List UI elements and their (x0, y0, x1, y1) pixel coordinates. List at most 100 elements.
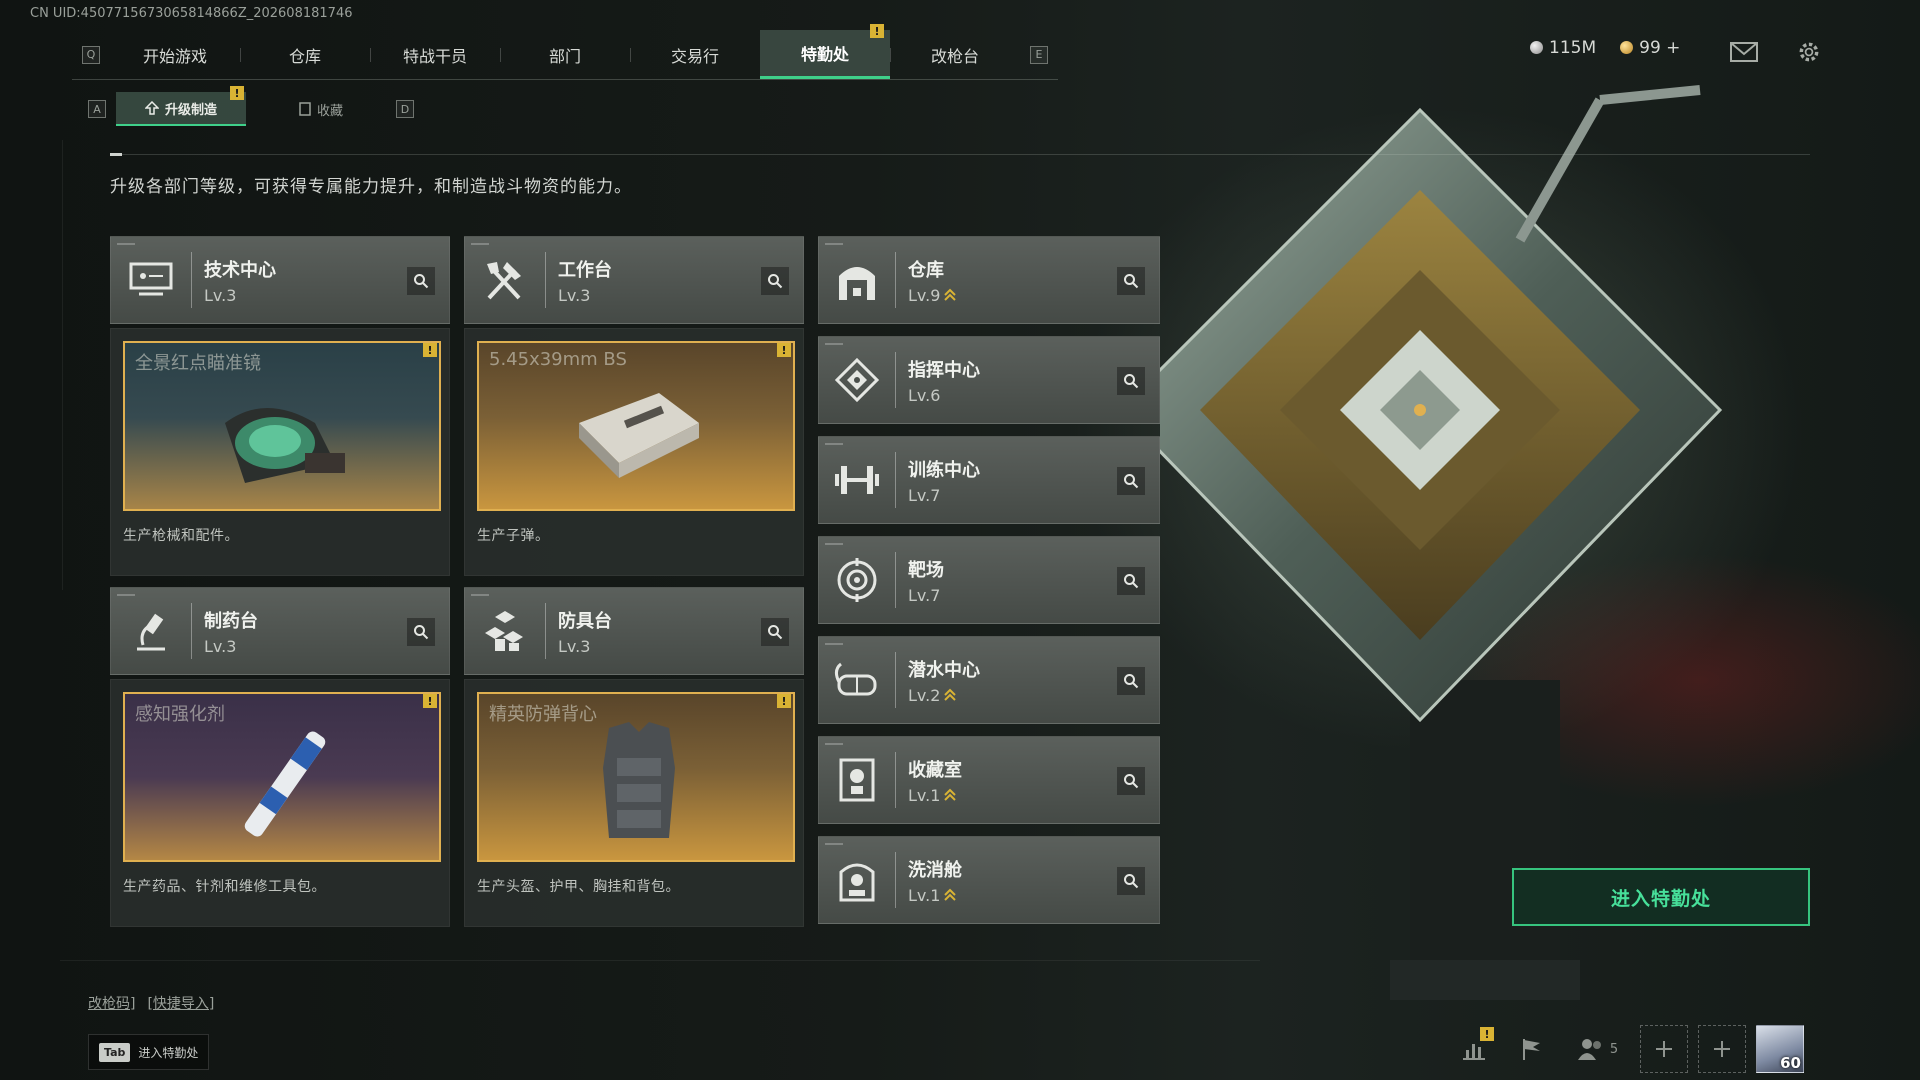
stats-notification-badge: ! (1480, 1027, 1494, 1041)
tab-departments[interactable]: 部门 (500, 30, 630, 79)
stats-button[interactable]: ! (1450, 1025, 1498, 1073)
department-header[interactable]: 制药台 Lv.3 (110, 587, 450, 675)
production-description: 生产头盔、护甲、胸挂和背包。 (477, 879, 680, 895)
tab-warehouse[interactable]: 仓库 (240, 30, 370, 79)
friends-button[interactable]: 5 (1566, 1025, 1630, 1073)
armor-bench-icon (485, 611, 523, 651)
player-uid: CN UID:4507715673065814866Z_202608181746 (30, 6, 353, 21)
production-description: 生产药品、针剂和维修工具包。 (123, 879, 326, 895)
department-header[interactable]: 工作台 Lv.3 (464, 236, 804, 324)
tab-operators[interactable]: 特战干员 (370, 30, 500, 79)
department-name: 训练中心 (908, 459, 980, 481)
production-panel[interactable]: 全景红点瞄准镜 ! 生产枪械和配件。 (110, 328, 450, 576)
department-name: 仓库 (908, 259, 944, 281)
quick-import-link[interactable]: [快捷导入] (147, 993, 214, 1013)
crafting-item-slot[interactable]: 5.45x39mm BS ! (477, 341, 795, 511)
department-name: 指挥中心 (908, 359, 980, 381)
search-icon[interactable] (1117, 567, 1145, 595)
item-notification-badge: ! (423, 694, 437, 708)
production-card-tech-center[interactable]: 技术中心 Lv.3 全景红点瞄准镜 ! 生产枪械和配件。 (110, 236, 450, 576)
production-panel[interactable]: 5.45x39mm BS ! 生产子弹。 (464, 328, 804, 576)
department-level: Lv.7 (908, 485, 941, 505)
subtab-collection[interactable]: 收藏 (256, 92, 386, 126)
search-icon[interactable] (761, 618, 789, 646)
tab-market[interactable]: 交易行 (630, 30, 760, 79)
production-card-workbench[interactable]: 工作台 Lv.3 5.45x39mm BS ! 生产子弹。 (464, 236, 804, 576)
red-dot-sight-image (225, 408, 345, 483)
gold-currency[interactable]: 99 + (1620, 38, 1680, 58)
silver-amount: 115M (1549, 38, 1597, 58)
production-card-armor-bench[interactable]: 防具台 Lv.3 精英防弹背心 ! 生产头盔、护甲、胸挂和背包。 (464, 587, 804, 927)
settings-gear-icon[interactable] (1795, 40, 1823, 64)
department-card-warehouse[interactable]: 仓库 Lv.9 (818, 236, 1160, 324)
tab-shortcut-hint[interactable]: Tab 进入特勤处 (88, 1034, 210, 1070)
department-header[interactable]: 技术中心 Lv.3 (110, 236, 450, 324)
department-name: 收藏室 (908, 759, 962, 781)
add-teammate-slot-1[interactable] (1640, 1025, 1688, 1073)
department-card-decontamination[interactable]: 洗消舱 Lv.1 (818, 836, 1160, 924)
command-center-icon (835, 358, 879, 402)
tab-start-game[interactable]: 开始游戏 (110, 30, 240, 79)
item-name: 感知强化剂 (135, 704, 225, 725)
search-icon[interactable] (761, 267, 789, 295)
subtab-upgrade-craft[interactable]: 升级制造 ! (116, 86, 246, 126)
crafting-item-slot[interactable]: 全景红点瞄准镜 ! (123, 341, 441, 511)
search-icon[interactable] (1117, 467, 1145, 495)
enter-special-ops-button[interactable]: 进入特勤处 (1512, 868, 1810, 926)
item-name: 精英防弹背心 (489, 704, 597, 725)
crafting-item-slot[interactable]: 感知强化剂 ! (123, 692, 441, 862)
department-name: 靶场 (908, 559, 944, 581)
nav-prev-key[interactable]: Q (82, 45, 100, 64)
workbench-icon (487, 262, 521, 300)
search-icon[interactable] (407, 618, 435, 646)
department-header[interactable]: 防具台 Lv.3 (464, 587, 804, 675)
department-card-collection-room[interactable]: 收藏室 Lv.1 (818, 736, 1160, 824)
item-name: 全景红点瞄准镜 (135, 353, 261, 374)
department-card-training-center[interactable]: 训练中心 Lv.7 (818, 436, 1160, 524)
tab-notification-badge: ! (870, 24, 884, 38)
department-name: 工作台 (558, 259, 612, 281)
subnav-next-key[interactable]: D (396, 100, 414, 118)
item-notification-badge: ! (423, 343, 437, 357)
nav-next-key[interactable]: E (1030, 45, 1048, 64)
gold-add-button[interactable]: + (1666, 38, 1680, 58)
search-icon[interactable] (407, 267, 435, 295)
search-icon[interactable] (1117, 867, 1145, 895)
department-name: 潜水中心 (908, 659, 980, 681)
tech-center-icon (129, 262, 173, 296)
collection-room-icon (839, 758, 875, 802)
tab-special-ops[interactable]: 特勤处 ! (760, 24, 890, 79)
shooting-range-icon (837, 558, 877, 602)
tab-gunsmith[interactable]: 改枪台 (890, 30, 1020, 79)
crafting-item-slot[interactable]: 精英防弹背心 ! (477, 692, 795, 862)
stats-chart-icon (1463, 1044, 1485, 1060)
player-avatar[interactable]: 60 (1756, 1025, 1804, 1073)
gold-amount: 99 (1639, 38, 1661, 58)
search-icon[interactable] (1117, 767, 1145, 795)
production-card-pharmacy[interactable]: 制药台 Lv.3 感知强化剂 ! 生产药品、针剂和维修工具包。 (110, 587, 450, 927)
flag-button[interactable] (1508, 1025, 1556, 1073)
department-name: 制药台 (204, 610, 258, 632)
item-notification-badge: ! (777, 343, 791, 357)
silver-coin-icon (1530, 41, 1543, 54)
production-panel[interactable]: 精英防弹背心 ! 生产头盔、护甲、胸挂和背包。 (464, 679, 804, 927)
sub-navigation: A 升级制造 ! 收藏 D (88, 86, 414, 126)
production-panel[interactable]: 感知强化剂 ! 生产药品、针剂和维修工具包。 (110, 679, 450, 927)
search-icon[interactable] (1117, 267, 1145, 295)
department-card-shooting-range[interactable]: 靶场 Lv.7 (818, 536, 1160, 624)
department-card-diving-center[interactable]: 潜水中心 Lv.2 (818, 636, 1160, 724)
subnav-prev-key[interactable]: A (88, 100, 106, 118)
search-icon[interactable] (1117, 667, 1145, 695)
production-description: 生产枪械和配件。 (123, 528, 239, 544)
department-level: Lv.9 (908, 285, 941, 305)
search-icon[interactable] (1117, 367, 1145, 395)
upgrade-available-icon (944, 888, 957, 901)
department-level: Lv.1 (908, 785, 941, 805)
subtab-collection-label: 收藏 (316, 103, 343, 119)
add-teammate-slot-2[interactable] (1698, 1025, 1746, 1073)
collection-icon (299, 102, 311, 116)
top-navigation: Q 开始游戏 仓库 特战干员 部门 交易行 特勤处 ! 改枪台 E (72, 24, 1058, 80)
gun-code-link[interactable]: 改枪码] (88, 993, 135, 1013)
mail-icon[interactable] (1730, 40, 1758, 64)
department-card-command-center[interactable]: 指挥中心 Lv.6 (818, 336, 1160, 424)
